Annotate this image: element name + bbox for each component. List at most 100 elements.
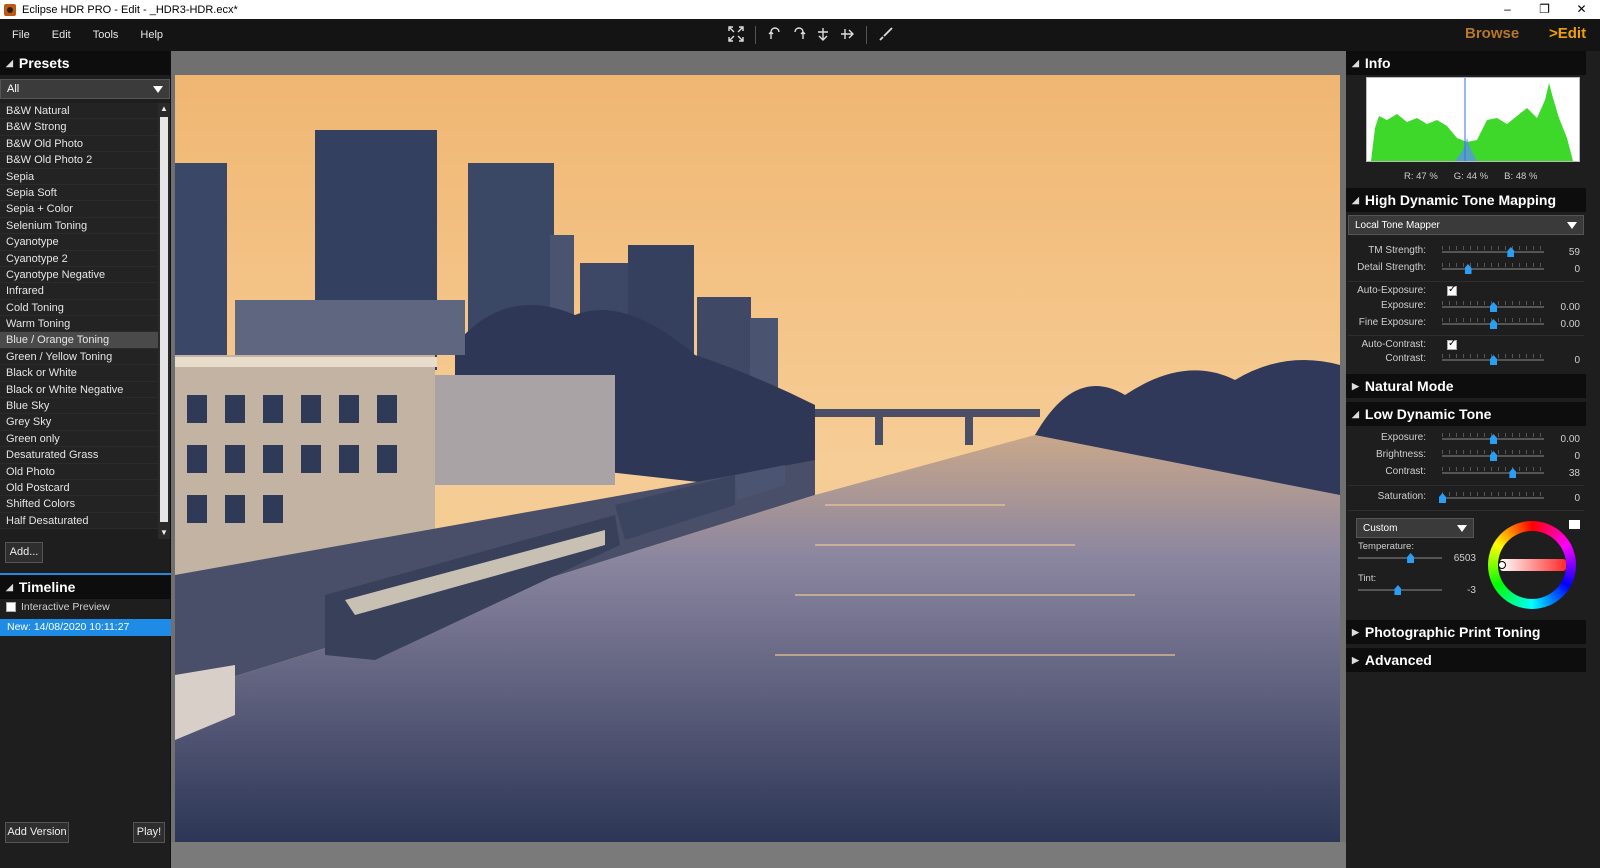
info-title: Info [1364, 55, 1391, 71]
close-button[interactable]: ✕ [1563, 0, 1600, 19]
tm-strength-value: 59 [1568, 247, 1580, 258]
play-button[interactable]: Play! [133, 822, 165, 843]
ldt-contrast-slider[interactable] [1442, 472, 1544, 474]
tm-strength-slider[interactable] [1442, 251, 1544, 253]
temperature-slider[interactable] [1358, 557, 1442, 559]
menu-tools[interactable]: Tools [93, 29, 119, 41]
rotate-left-icon[interactable] [766, 26, 784, 44]
preset-item[interactable]: Cyanotype 2 [0, 250, 158, 267]
auto-contrast-checkbox[interactable] [1447, 338, 1457, 350]
preset-item[interactable]: Half Desaturated [0, 512, 158, 530]
scroll-thumb[interactable] [160, 117, 168, 522]
timeline-header[interactable]: ◢ Timeline [0, 575, 171, 599]
preset-item[interactable]: Blue Sky [0, 398, 158, 415]
saturation-slider[interactable] [1442, 497, 1544, 499]
preset-item[interactable]: Green / Yellow Toning [0, 348, 158, 366]
interactive-preview-checkbox[interactable] [6, 602, 16, 613]
menu-help[interactable]: Help [140, 29, 163, 41]
preset-item[interactable]: B&W Old Photo [0, 135, 158, 153]
preset-item[interactable]: Sepia Soft [0, 184, 158, 202]
photographic-print-toning-title: Photographic Print Toning [1364, 624, 1541, 640]
minimize-button[interactable]: – [1489, 0, 1526, 19]
timeline-version-item[interactable]: New: 14/08/2020 10:11:27 [0, 619, 171, 636]
collapse-triangle-icon: ◢ [1352, 194, 1359, 205]
fine-exposure-row: Fine Exposure: 0.00 [1346, 316, 1586, 332]
ldt-contrast-value: 38 [1568, 468, 1580, 479]
preset-item[interactable]: B&W Natural [0, 103, 158, 120]
preset-item[interactable]: B&W Old Photo 2 [0, 152, 158, 169]
menu-edit[interactable]: Edit [52, 29, 71, 41]
rotate-right-icon[interactable] [790, 26, 808, 44]
blue-percent: B: 48 % [1504, 171, 1538, 182]
preset-filter-select[interactable]: All [0, 79, 170, 99]
interactive-preview-toggle[interactable]: Interactive Preview [6, 601, 110, 613]
browse-mode-tab[interactable]: Browse [1465, 25, 1519, 42]
preset-item[interactable]: Cold Toning [0, 299, 158, 317]
advanced-header[interactable]: ▶ Advanced [1346, 648, 1586, 672]
hdtm-header[interactable]: ◢ High Dynamic Tone Mapping [1346, 188, 1586, 212]
slider-ticks [1442, 467, 1544, 471]
restore-button[interactable]: ❐ [1526, 0, 1563, 19]
viewport-bottom-strip [171, 842, 1346, 868]
exposure-label: Exposure: [1380, 300, 1426, 311]
color-swatch[interactable] [1569, 520, 1580, 529]
preset-item[interactable]: Sepia + Color [0, 201, 158, 218]
add-version-button[interactable]: Add Version [5, 822, 69, 843]
preset-item[interactable]: Black or White Negative [0, 381, 158, 399]
expand-triangle-icon: ▶ [1352, 654, 1359, 665]
preset-item[interactable]: Green only [0, 430, 158, 448]
auto-exposure-checkbox[interactable] [1447, 284, 1457, 296]
preset-item[interactable]: Cyanotype [0, 234, 158, 251]
toolbar-divider [866, 26, 867, 44]
image-toolbar [727, 26, 895, 44]
window-controls: – ❐ ✕ [1489, 0, 1600, 19]
low-dynamic-tone-title: Low Dynamic Tone [1364, 406, 1492, 422]
preset-item[interactable]: Selenium Toning [0, 217, 158, 235]
preset-item[interactable]: Old Postcard [0, 479, 158, 497]
scroll-up-icon[interactable]: ▲ [158, 103, 170, 115]
red-percent: R: 47 % [1404, 171, 1438, 182]
photo-preview[interactable] [175, 75, 1340, 842]
preset-item[interactable]: Desaturated Grass [0, 447, 158, 464]
preset-item[interactable]: B&W Strong [0, 119, 158, 136]
tint-handle[interactable] [1394, 585, 1402, 595]
photographic-print-toning-header[interactable]: ▶ Photographic Print Toning [1346, 620, 1586, 644]
color-wheel-vector [1500, 559, 1566, 571]
natural-mode-header[interactable]: ▶ Natural Mode [1346, 374, 1586, 398]
temperature-handle[interactable] [1407, 553, 1415, 563]
preset-item[interactable]: Sepia [0, 168, 158, 185]
preset-item[interactable]: Grey Sky [0, 414, 158, 431]
tone-mapper-value: Local Tone Mapper [1355, 219, 1440, 231]
preset-item[interactable]: Shifted Colors [0, 496, 158, 513]
saturation-value: 0 [1574, 493, 1580, 504]
preset-item[interactable]: Blue / Orange Toning [0, 332, 158, 349]
flip-horizontal-icon[interactable] [838, 26, 856, 44]
scroll-down-icon[interactable]: ▼ [158, 527, 170, 539]
brush-icon[interactable] [877, 26, 895, 44]
dropdown-arrow-icon [1567, 221, 1577, 229]
preset-item[interactable]: Warm Toning [0, 316, 158, 333]
detail-strength-slider[interactable] [1442, 268, 1544, 270]
add-preset-button[interactable]: Add... [5, 542, 43, 563]
section-divider [1348, 485, 1584, 486]
detail-strength-value: 0 [1574, 264, 1580, 275]
preset-item[interactable]: Infrared [0, 283, 158, 300]
white-balance-select[interactable]: Custom [1356, 518, 1474, 538]
preset-scrollbar[interactable]: ▲ ▼ [158, 103, 170, 539]
menu-file[interactable]: File [12, 29, 30, 41]
edit-mode-tab[interactable]: >Edit [1549, 25, 1586, 42]
preset-item[interactable]: Old Photo [0, 463, 158, 480]
low-dynamic-tone-header[interactable]: ◢ Low Dynamic Tone [1346, 402, 1586, 426]
color-wheel[interactable] [1488, 521, 1576, 609]
presets-header[interactable]: ◢ Presets [0, 51, 170, 75]
ldt-exposure-row: Exposure: 0.00 [1346, 431, 1586, 447]
flip-vertical-icon[interactable] [814, 26, 832, 44]
fit-screen-icon[interactable] [727, 26, 745, 44]
color-wheel-handle[interactable] [1498, 561, 1506, 569]
info-header[interactable]: ◢ Info [1346, 51, 1586, 75]
preset-item[interactable]: Black or White [0, 365, 158, 382]
right-panel: ◢ Info R: 47 % G: 44 % B: 48 % ◢ High Dy… [1346, 51, 1600, 868]
image-viewport[interactable] [171, 51, 1346, 868]
tone-mapper-select[interactable]: Local Tone Mapper [1348, 215, 1584, 235]
preset-item[interactable]: Cyanotype Negative [0, 266, 158, 284]
